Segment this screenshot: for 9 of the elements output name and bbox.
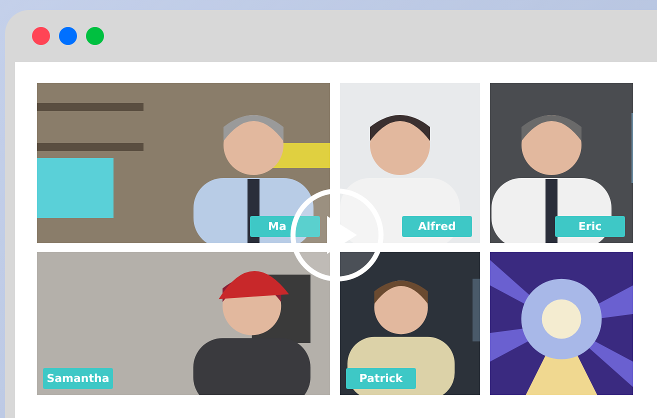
window-control[interactable] — [86, 27, 104, 45]
window-control[interactable] — [59, 27, 77, 45]
name-label: Ma — [250, 216, 320, 237]
name-label: Samantha — [43, 368, 113, 389]
name-label: Eric — [555, 216, 625, 237]
play-button[interactable] — [290, 188, 384, 282]
name-label: Alfred — [402, 216, 472, 237]
window-control[interactable] — [32, 27, 50, 45]
name-label: Patrick — [346, 368, 416, 389]
